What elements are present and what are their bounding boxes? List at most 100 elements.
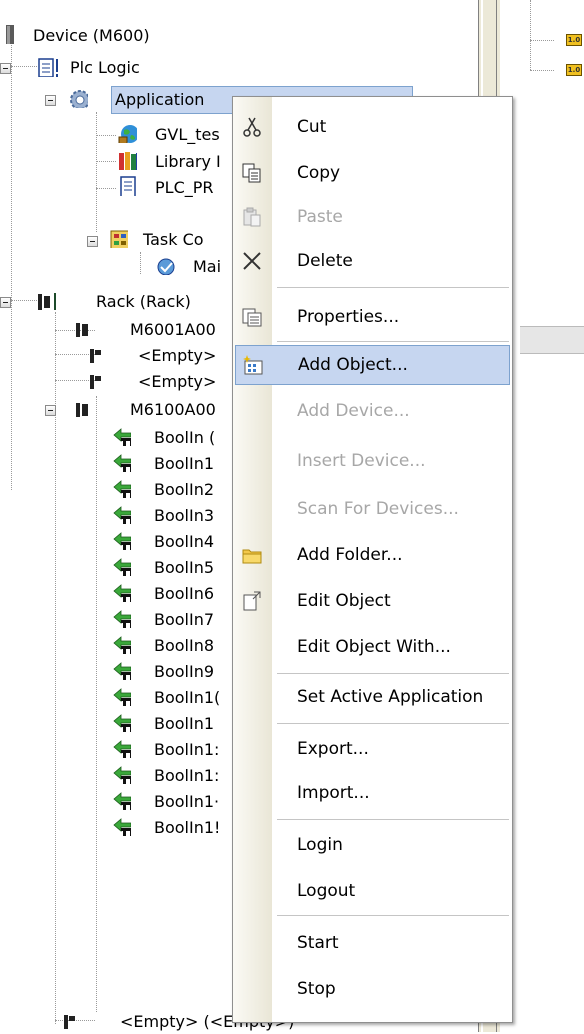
menu-item-delete[interactable]: Delete xyxy=(233,241,512,281)
tree-item-label: Device (M600) xyxy=(33,26,150,45)
tree-item-label: <Empty> xyxy=(138,372,217,391)
collapse-toggle[interactable] xyxy=(45,405,56,416)
library-books-icon xyxy=(119,152,137,170)
tree-item-label: BoolIn1! xyxy=(154,818,221,837)
collapse-toggle[interactable] xyxy=(45,95,56,106)
menu-separator xyxy=(277,819,509,820)
io-channel-icon: 1.0 xyxy=(566,34,582,46)
gvl-globe-icon xyxy=(118,125,137,143)
tree-item-label: BoolIn3 xyxy=(154,506,215,525)
module-icon xyxy=(76,323,88,337)
bool-input-icon xyxy=(113,584,131,602)
menu-item-edit-object-with[interactable]: Edit Object With... xyxy=(233,627,512,667)
menu-item-login[interactable]: Login xyxy=(233,825,512,865)
collapse-toggle[interactable] xyxy=(0,297,11,308)
rack-icon xyxy=(38,293,56,310)
properties-icon xyxy=(242,308,262,327)
tree-item-label: PLC_PR xyxy=(155,178,214,197)
tree-item-label: BoolIn1· xyxy=(154,792,220,811)
tree-item-label: M6100A00 xyxy=(130,400,216,419)
tree-item-label: BoolIn4 xyxy=(154,532,215,551)
menu-item-set-active-application[interactable]: Set Active Application xyxy=(233,677,512,717)
tree-item-label: Plc Logic xyxy=(70,58,140,77)
menu-item-import[interactable]: Import... xyxy=(233,773,512,813)
column-header-fragment xyxy=(520,326,584,354)
paste-icon xyxy=(243,207,261,227)
bool-input-icon xyxy=(113,506,131,524)
bool-input-icon xyxy=(113,532,131,550)
tree-item-label: Task Co xyxy=(143,230,204,249)
tree-item-label: Library I xyxy=(155,152,221,171)
bool-input-icon xyxy=(113,428,131,446)
tree-item-label: GVL_tes xyxy=(155,125,220,144)
menu-item-edit-object[interactable]: Edit Object xyxy=(233,581,512,621)
bool-input-icon xyxy=(113,610,131,628)
module-icon xyxy=(76,403,88,417)
menu-item-cut[interactable]: Cut xyxy=(233,107,512,147)
delete-x-icon xyxy=(243,252,261,270)
bool-input-icon xyxy=(113,766,131,784)
device-icon xyxy=(6,25,14,44)
io-channel-icon: 1.0 xyxy=(566,64,582,76)
tree-item-label: BoolIn2 xyxy=(154,480,215,499)
plc-logic-icon xyxy=(38,58,58,77)
tree-item-label: BoolIn ( xyxy=(154,428,216,447)
copy-icon xyxy=(242,163,261,183)
menu-item-add-folder[interactable]: Add Folder... xyxy=(233,535,512,575)
menu-item-start[interactable]: Start xyxy=(233,923,512,963)
tree-item-label: BoolIn7 xyxy=(154,610,215,629)
bool-input-icon xyxy=(113,480,131,498)
bool-input-icon xyxy=(113,558,131,576)
menu-item-add-device[interactable]: Add Device... xyxy=(233,391,512,431)
tree-item-label: M6001A00 xyxy=(130,320,216,339)
collapse-toggle[interactable] xyxy=(87,236,98,247)
application-gear-icon xyxy=(70,90,88,108)
collapse-toggle[interactable] xyxy=(0,63,11,74)
tree-item-label: BoolIn8 xyxy=(154,636,215,655)
menu-separator xyxy=(277,287,509,288)
bool-input-icon xyxy=(113,740,131,758)
bool-input-icon xyxy=(113,636,131,654)
tree-item-label: BoolIn1: xyxy=(154,766,220,785)
tree-item-label: <Empty> xyxy=(138,346,217,365)
scissors-icon xyxy=(243,117,261,137)
menu-separator xyxy=(277,915,509,916)
tree-item-label: Rack (Rack) xyxy=(96,292,191,311)
document-icon xyxy=(120,176,136,196)
bool-input-icon xyxy=(113,662,131,680)
tree-item-label: BoolIn1( xyxy=(154,688,221,707)
bool-input-icon xyxy=(113,818,131,836)
tree-item-label: BoolIn1 xyxy=(154,454,215,473)
empty-slot-icon xyxy=(64,1015,75,1029)
tree-item-label: BoolIn5 xyxy=(154,558,215,577)
menu-item-scan-for-devices[interactable]: Scan For Devices... xyxy=(233,489,512,529)
menu-item-stop[interactable]: Stop xyxy=(233,969,512,1009)
menu-item-copy[interactable]: Copy xyxy=(233,153,512,193)
tree-item-label: BoolIn1: xyxy=(154,740,220,759)
edit-object-icon xyxy=(243,591,261,611)
menu-item-paste[interactable]: Paste xyxy=(233,197,512,237)
folder-icon xyxy=(242,549,262,564)
tree-item-label: Application xyxy=(115,90,205,109)
bool-input-icon xyxy=(113,714,131,732)
bool-input-icon xyxy=(113,454,131,472)
menu-separator xyxy=(277,673,509,674)
tree-item-label: BoolIn9 xyxy=(154,662,215,681)
bool-input-icon xyxy=(113,792,131,810)
menu-item-insert-device[interactable]: Insert Device... xyxy=(233,441,512,481)
menu-separator xyxy=(277,723,509,724)
menu-item-logout[interactable]: Logout xyxy=(233,871,512,911)
tree-item-label: BoolIn6 xyxy=(154,584,215,603)
task-config-icon xyxy=(110,230,128,248)
menu-item-export[interactable]: Export... xyxy=(233,729,512,769)
empty-slot-icon xyxy=(90,375,101,389)
empty-slot-icon xyxy=(90,349,101,363)
bool-input-icon xyxy=(113,688,131,706)
menu-item-properties[interactable]: Properties... xyxy=(233,297,512,337)
tree-item-label: Mai xyxy=(193,257,222,276)
menu-item-add-object[interactable]: Add Object... xyxy=(235,345,510,385)
tree-item-label: BoolIn1 xyxy=(154,714,215,733)
add-object-icon xyxy=(243,355,263,375)
context-menu: Cut Copy Paste Delete Properties... Add … xyxy=(232,96,513,1023)
task-icon xyxy=(157,258,175,275)
